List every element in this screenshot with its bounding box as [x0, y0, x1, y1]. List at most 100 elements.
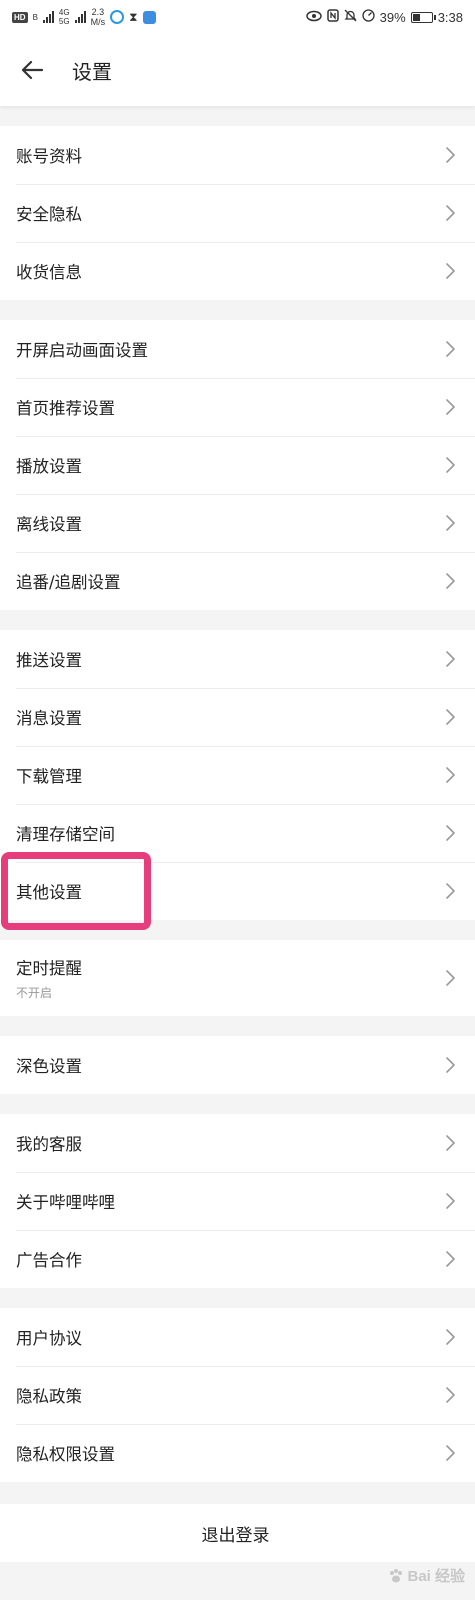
- settings-item[interactable]: 关于哔哩哔哩: [0, 1172, 475, 1230]
- settings-group: 开屏启动画面设置 首页推荐设置播放设置离线设置追番/追剧设置: [0, 320, 475, 610]
- settings-item-text: 隐私政策: [16, 1383, 82, 1407]
- eye-icon: [305, 10, 322, 25]
- net-speed-value: 2.3: [91, 7, 105, 17]
- settings-item-label: 账号资料: [16, 147, 82, 166]
- page-title: 设置: [72, 59, 112, 84]
- settings-item-label: 隐私权限设置: [16, 1445, 115, 1464]
- settings-item[interactable]: 隐私权限设置: [0, 1424, 475, 1482]
- settings-item-label: 深色设置: [16, 1057, 82, 1076]
- chevron-right-icon: [446, 651, 455, 667]
- app-notification-icon: [142, 10, 156, 24]
- settings-item[interactable]: 定时提醒 不开启: [0, 940, 475, 1016]
- chevron-right-icon: [446, 573, 455, 589]
- settings-item[interactable]: 隐私政策: [0, 1366, 475, 1424]
- back-button[interactable]: [0, 34, 64, 106]
- settings-item-text: 清理存储空间: [16, 821, 115, 845]
- clock: 3:38: [437, 9, 463, 25]
- chevron-right-icon: [446, 1329, 455, 1345]
- logout-button[interactable]: 退出登录: [0, 1504, 475, 1562]
- settings-item-label: 广告合作: [16, 1251, 82, 1270]
- settings-item-text: 追番/追剧设置: [16, 569, 121, 593]
- mute-icon: [344, 9, 357, 25]
- settings-item[interactable]: 账号资料: [0, 126, 475, 184]
- net-speed: 2.3 M/s: [91, 7, 106, 27]
- settings-item[interactable]: 播放设置: [0, 436, 475, 494]
- settings-item[interactable]: 深色设置: [0, 1036, 475, 1094]
- settings-item-label: 安全隐私: [16, 205, 82, 224]
- battery-icon: [410, 11, 436, 23]
- settings-item-text: 开屏启动画面设置: [16, 337, 148, 361]
- settings-item[interactable]: 首页推荐设置: [0, 378, 475, 436]
- status-bar: HD B 4G 5G 2.3 M/s ⧗ 39% 3:38: [0, 0, 475, 34]
- settings-item[interactable]: 消息设置: [0, 688, 475, 746]
- settings-item[interactable]: 用户协议: [0, 1308, 475, 1366]
- settings-item-value: 不开启: [16, 986, 53, 1000]
- settings-item-label: 关于哔哩哔哩: [16, 1193, 115, 1212]
- settings-item[interactable]: 推送设置: [0, 630, 475, 688]
- chevron-right-icon: [446, 767, 455, 783]
- chevron-right-icon: [446, 1193, 455, 1209]
- network-4g: 4G: [58, 8, 70, 17]
- settings-item-text: 下载管理: [16, 763, 82, 787]
- settings-item-text: 推送设置: [16, 647, 82, 671]
- logout-label: 退出登录: [201, 1525, 270, 1546]
- settings-item-text: 我的客服: [16, 1131, 82, 1155]
- settings-item-text: 定时提醒 不开启: [16, 955, 82, 1001]
- chevron-right-icon: [446, 1387, 455, 1403]
- settings-item[interactable]: 离线设置: [0, 494, 475, 552]
- signal-icon: [42, 11, 54, 23]
- status-right: 39% 3:38: [305, 9, 463, 25]
- chevron-right-icon: [446, 341, 455, 357]
- hd-badge: HD: [12, 11, 28, 23]
- settings-item[interactable]: 其他设置: [0, 862, 475, 920]
- chevron-right-icon: [446, 205, 455, 221]
- settings-item[interactable]: 下载管理: [0, 746, 475, 804]
- chevron-right-icon: [446, 970, 455, 986]
- chevron-right-icon: [446, 515, 455, 531]
- settings-group: 我的客服关于哔哩哔哩 广告合作: [0, 1114, 475, 1288]
- settings-group: 深色设置: [0, 1036, 475, 1094]
- settings-item-label: 消息设置: [16, 709, 82, 728]
- paw-icon: [390, 1568, 403, 1582]
- settings-item-label: 离线设置: [16, 515, 82, 534]
- settings-item[interactable]: 收货信息: [0, 242, 475, 300]
- net-speed-unit: M/s: [90, 17, 106, 27]
- settings-item-label: 首页推荐设置: [16, 399, 115, 418]
- settings-item-text: 安全隐私: [16, 201, 82, 225]
- settings-item-label: 定时提醒: [16, 959, 82, 978]
- settings-item[interactable]: 开屏启动画面设置: [0, 320, 475, 378]
- battery-percent: 39%: [379, 9, 406, 25]
- settings-item-label: 其他设置: [16, 883, 82, 902]
- settings-group: 用户协议隐私政策隐私权限设置: [0, 1308, 475, 1482]
- signal-icon-2: [74, 11, 86, 23]
- chevron-right-icon: [446, 1057, 455, 1073]
- speedometer-icon: [362, 9, 375, 25]
- settings-item-label: 我的客服: [16, 1135, 82, 1154]
- network-type: 4G 5G: [59, 8, 70, 26]
- settings-item-text: 播放设置: [16, 453, 82, 477]
- settings-item-text: 隐私权限设置: [16, 1441, 115, 1465]
- settings-item[interactable]: 我的客服: [0, 1114, 475, 1172]
- settings-item-label: 开屏启动画面设置: [16, 341, 148, 360]
- settings-item-label: 收货信息: [16, 263, 82, 282]
- settings-item[interactable]: 追番/追剧设置: [0, 552, 475, 610]
- settings-item-label: 追番/追剧设置: [16, 573, 121, 592]
- watermark: Bai 经验: [388, 1565, 465, 1586]
- chevron-right-icon: [446, 147, 455, 163]
- chevron-right-icon: [446, 1251, 455, 1267]
- settings-item-text: 关于哔哩哔哩: [16, 1189, 115, 1213]
- chevron-right-icon: [446, 825, 455, 841]
- chevron-right-icon: [446, 883, 455, 899]
- chevron-right-icon: [446, 263, 455, 279]
- top-bar: 设置: [0, 34, 475, 106]
- settings-item-label: 清理存储空间: [16, 825, 115, 844]
- settings-item[interactable]: 安全隐私: [0, 184, 475, 242]
- settings-group: 推送设置消息设置下载管理清理存储空间 其他设置: [0, 630, 475, 920]
- chevron-right-icon: [446, 709, 455, 725]
- settings-item-label: 用户协议: [16, 1329, 82, 1348]
- status-left: HD B 4G 5G 2.3 M/s ⧗: [12, 7, 156, 27]
- settings-item-text: 用户协议: [16, 1325, 82, 1349]
- settings-item[interactable]: 广告合作: [0, 1230, 475, 1288]
- settings-item[interactable]: 清理存储空间: [0, 804, 475, 862]
- chevron-right-icon: [446, 1445, 455, 1461]
